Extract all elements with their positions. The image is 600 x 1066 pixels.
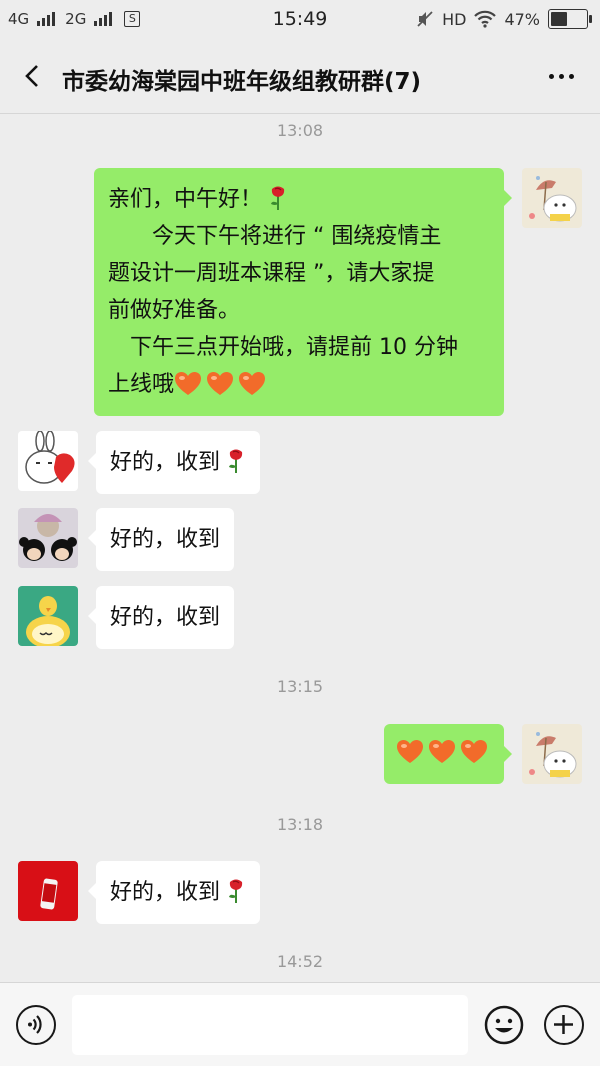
input-bar (0, 982, 600, 1066)
orange-heart-emoji-icon (239, 372, 266, 395)
message-text: 前做好准备。 (108, 298, 241, 323)
back-arrow-icon[interactable] (20, 62, 48, 90)
message-text: 今天下午将进行 “ 围绕疫情主 (108, 224, 442, 249)
message-bubble-incoming[interactable]: 好的，收到 (87, 431, 261, 494)
timestamp: 14:52 (276, 952, 324, 971)
message-input[interactable] (72, 995, 468, 1055)
mute-icon (417, 11, 433, 27)
avatar-self[interactable] (522, 168, 582, 228)
plus-icon[interactable] (544, 1005, 584, 1045)
orange-heart-emoji-icon (429, 740, 455, 763)
chat-title: 市委幼海棠园中班年级组教研群(7) (62, 69, 422, 95)
message-text: 题设计一周班本课程 ”，请大家提 (108, 261, 435, 286)
message-bubble-outgoing[interactable] (384, 724, 512, 784)
network-label: HD (442, 9, 467, 29)
timestamp: 13:18 (276, 815, 324, 834)
rose-emoji-icon (229, 879, 243, 903)
emoji-icon[interactable] (484, 1005, 524, 1045)
message-text: 好的，收到 (110, 880, 221, 905)
message-text: 好的，收到 (110, 450, 221, 475)
battery-percent: 47% (504, 9, 540, 29)
orange-heart-emoji-icon (207, 372, 234, 395)
avatar-self[interactable] (522, 724, 582, 784)
message-bubble-incoming[interactable]: 好的，收到 (87, 508, 235, 571)
message-text: 下午三点开始哦，请提前 10 分钟 (108, 335, 458, 360)
message-text: 亲们，中午好！ (108, 187, 263, 212)
avatar-member-bunny[interactable] (18, 431, 78, 491)
status-right: HD 47% (416, 9, 592, 29)
orange-heart-emoji-icon (175, 372, 202, 395)
rose-emoji-icon (229, 449, 243, 473)
battery-icon (548, 9, 592, 29)
message-text: 好的，收到 (110, 605, 221, 630)
avatar-member-mickey[interactable] (18, 508, 78, 568)
chat-header: 市委幼海棠园中班年级组教研群(7) (0, 40, 600, 114)
timestamp: 13:08 (276, 121, 324, 140)
timestamp: 13:15 (276, 677, 324, 696)
avatar-member-duck[interactable] (18, 586, 78, 646)
wifi-icon (474, 10, 497, 28)
status-bar: 4G 2G S 15:49 HD 47% (0, 0, 600, 40)
battery-fill (551, 12, 567, 26)
message-bubble-incoming[interactable]: 好的，收到 (87, 861, 261, 924)
voice-icon[interactable] (16, 1005, 56, 1045)
message-text: 好的，收到 (110, 527, 221, 552)
rose-emoji-icon (271, 186, 285, 210)
message-list[interactable]: 13:08 亲们，中午好！ 今天下午将进行 “ 围绕疫情主 题设计一周班本课程 … (0, 115, 600, 982)
message-bubble-incoming[interactable]: 好的，收到 (87, 586, 235, 649)
avatar-member-cola[interactable] (18, 861, 78, 921)
orange-heart-emoji-icon (461, 740, 487, 763)
message-bubble-outgoing[interactable]: 亲们，中午好！ 今天下午将进行 “ 围绕疫情主 题设计一周班本课程 ”，请大家提… (94, 168, 512, 416)
more-dots-icon[interactable] (549, 74, 574, 79)
message-text: 上线哦 (108, 372, 175, 397)
orange-heart-emoji-icon (397, 740, 423, 763)
